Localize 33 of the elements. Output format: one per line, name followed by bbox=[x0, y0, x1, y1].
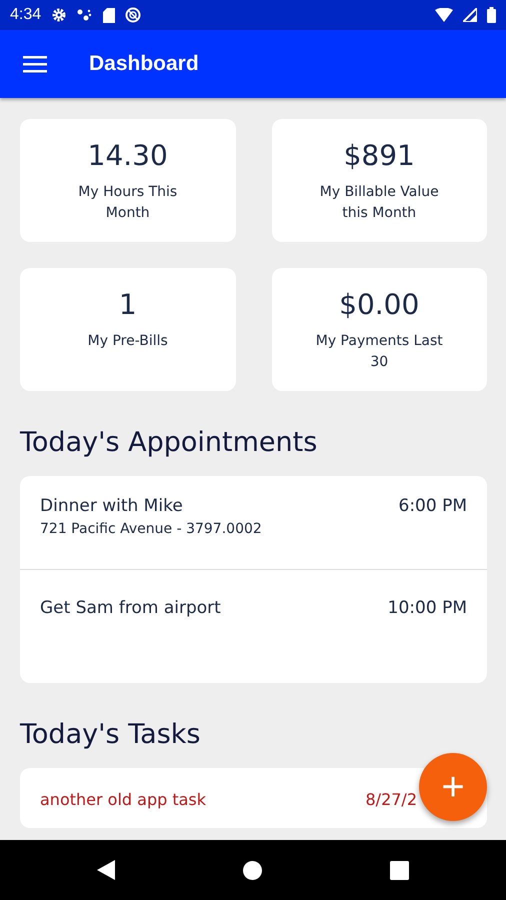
gear-icon bbox=[51, 7, 68, 23]
wifi-icon bbox=[435, 8, 453, 22]
task-title[interactable]: another old app task bbox=[40, 790, 206, 809]
app-title: Dashboard bbox=[89, 52, 199, 76]
stat-card[interactable]: 14.30 My Hours This Month bbox=[20, 119, 236, 242]
stat-value: 14.30 bbox=[88, 139, 168, 172]
appointment-title[interactable]: Dinner with Mike bbox=[40, 496, 262, 516]
task-date: 8/27/2 bbox=[366, 790, 417, 809]
status-time: 4:34 bbox=[10, 6, 42, 24]
stat-card[interactable]: $891 My Billable Value this Month bbox=[272, 119, 487, 242]
battery-icon bbox=[487, 7, 496, 23]
stat-value: 1 bbox=[118, 288, 137, 321]
stat-value: $891 bbox=[344, 139, 415, 172]
recents-icon[interactable] bbox=[390, 860, 409, 880]
stat-label: My Hours This Month bbox=[77, 183, 178, 223]
back-icon[interactable] bbox=[97, 860, 115, 880]
section-heading: Today's Tasks bbox=[20, 719, 202, 750]
signal-icon bbox=[463, 8, 477, 22]
appointment-title[interactable]: Get Sam from airport bbox=[40, 598, 221, 618]
appointment-time: 6:00 PM bbox=[398, 496, 467, 516]
stat-label: My Pre-Bills bbox=[88, 332, 168, 351]
home-icon[interactable] bbox=[243, 860, 262, 880]
appointment-time: 10:00 PM bbox=[388, 598, 467, 618]
appointment-detail: 721 Pacific Avenue - 3797.0002 bbox=[40, 521, 262, 537]
stat-label: My Billable Value this Month bbox=[318, 183, 440, 223]
section-heading: Today's Appointments bbox=[20, 427, 318, 458]
stat-card[interactable]: $0.00 My Payments Last 30 bbox=[272, 268, 487, 391]
sd-card-icon bbox=[103, 8, 116, 22]
stat-label: My Payments Last 30 bbox=[314, 332, 444, 372]
blocked-icon bbox=[125, 7, 142, 23]
stat-card[interactable]: 1 My Pre-Bills bbox=[20, 268, 236, 391]
stat-value: $0.00 bbox=[339, 288, 420, 321]
menu-icon[interactable] bbox=[23, 55, 47, 73]
